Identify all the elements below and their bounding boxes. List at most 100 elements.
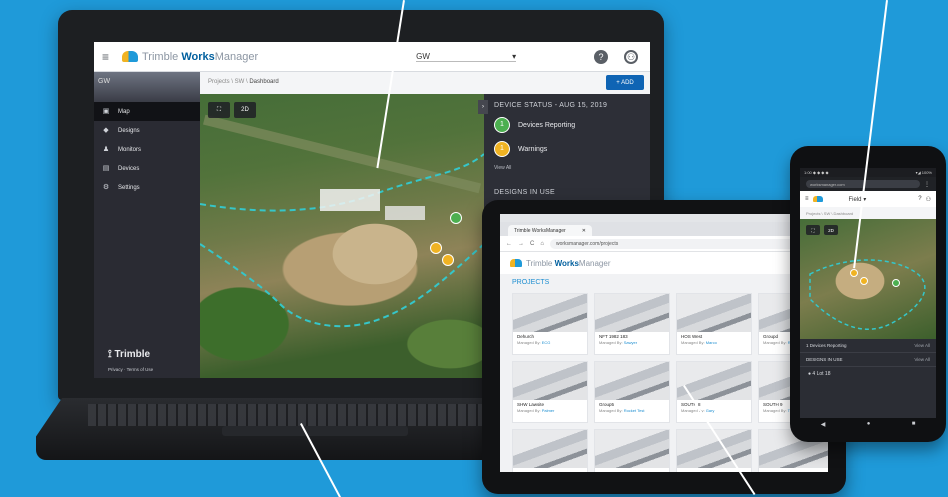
close-icon[interactable]: ✕ (582, 228, 586, 234)
mobile-browser-bar: worksmanager.com ⋮ (800, 177, 936, 191)
trimble-logo-icon (510, 259, 522, 267)
help-icon[interactable]: ? (918, 196, 921, 202)
manager-link[interactable]: Rocket Test (624, 408, 645, 413)
manager-link[interactable]: Marco (706, 340, 717, 345)
devices-reporting-stat[interactable]: 1 Devices Reporting (494, 117, 640, 133)
phone-screen: 1:00 ◆ ◆ ◆ ◆ ▾◢ 100% worksmanager.com ⋮ … (800, 168, 936, 418)
device-icon: ▤ (102, 164, 110, 172)
project-name: Group5 (599, 402, 615, 407)
2d-toggle-button[interactable]: 2D (824, 225, 838, 235)
fit-to-screen-icon[interactable]: ⛶ (208, 102, 230, 118)
sidebar-item-devices[interactable]: ▤ Devices (94, 159, 200, 178)
sidebar-item-label: Devices (118, 165, 140, 172)
project-name: Dehurch (517, 334, 535, 339)
chevron-down-icon: ▾ (512, 51, 517, 61)
sidebar-item-monitors[interactable]: ♟ Monitors (94, 140, 200, 159)
address-bar[interactable]: worksmanager.com/projects (549, 238, 822, 249)
overflow-menu-icon[interactable]: ⋮ (924, 181, 930, 188)
2d-toggle-button[interactable]: 2D (234, 102, 256, 118)
sidebar-item-label: Monitors (118, 146, 142, 153)
map-device-marker[interactable] (850, 269, 858, 277)
site-select[interactable]: GW ▾ (416, 51, 517, 62)
breadcrumb-path[interactable]: Projects \ SW \ (208, 79, 249, 85)
sidebar-item-settings[interactable]: ⚙ Settings (94, 178, 200, 197)
reload-icon[interactable]: C (530, 241, 534, 247)
project-name: SHW Lawsite (517, 402, 545, 407)
map-device-marker[interactable] (450, 212, 462, 224)
home-icon[interactable]: ● (867, 421, 871, 427)
add-button[interactable]: + ADD (606, 75, 644, 90)
project-thumbnail (677, 294, 751, 332)
sidebar-item-designs[interactable]: ◆ Designs (94, 121, 200, 140)
legal-links[interactable]: Privacy · Terms of Use (108, 367, 153, 372)
map-device-marker[interactable] (442, 254, 454, 266)
back-icon[interactable]: ◀ (821, 421, 826, 428)
manager-link[interactable]: ECG (542, 340, 551, 345)
project-card[interactable]: Group5 Managed By: Rocket Test (594, 361, 670, 423)
menu-icon[interactable]: ≡ (805, 196, 809, 202)
manager-link[interactable]: Gary (706, 408, 715, 413)
project-manager (759, 470, 828, 472)
home-icon[interactable]: ⌂ (540, 241, 544, 247)
menu-icon[interactable]: ≡ (102, 50, 114, 64)
project-card[interactable] (676, 429, 752, 472)
project-thumbnail (595, 362, 669, 400)
project-manager: Managed By: Palmer (517, 408, 555, 413)
project-thumbnail (513, 294, 587, 332)
devices-reporting-row[interactable]: 1 Devices Reporting View All (800, 339, 936, 353)
manager-link[interactable]: Palmer (542, 408, 555, 413)
fit-to-screen-icon[interactable]: ⛶ (806, 225, 820, 235)
sidebar-item-map[interactable]: ▣ Map (94, 102, 200, 121)
app-logo[interactable]: Trimble WorksManager (122, 51, 258, 63)
warnings-stat[interactable]: 1 Warnings (494, 141, 640, 157)
map-boundary-overlay (200, 153, 484, 328)
user-account-icon[interactable]: ⚇ (624, 50, 638, 64)
project-manager: Managed By: ECG (517, 340, 551, 345)
project-name: SOUTH 8 (681, 402, 701, 407)
status-indicators: ▾◢ 100% (915, 170, 932, 175)
designs-in-use-row[interactable]: DESIGNS IN USE View All (800, 353, 936, 367)
sidebar-item-label: Settings (118, 184, 140, 191)
projects-heading: PROJECTS (512, 279, 550, 286)
view-all-link[interactable]: View All (914, 357, 930, 362)
breadcrumb[interactable]: Projects \ SW \ Dashboard (800, 207, 936, 219)
browser-tab[interactable]: Trimble WorksManager ✕ (508, 225, 592, 236)
help-icon[interactable]: ? (594, 50, 608, 64)
site-map[interactable]: ⛶ 2D (800, 219, 936, 339)
project-card[interactable]: SHW Lawsite Managed By: Palmer (512, 361, 588, 423)
projects-header: PROJECTS ≡ (500, 274, 828, 291)
laptop-trackpad (222, 426, 408, 436)
map-device-marker[interactable] (892, 279, 900, 287)
browser-toolbar: ← → C ⌂ worksmanager.com/projects (500, 236, 828, 252)
project-name: HOS West (681, 334, 703, 339)
back-icon[interactable]: ← (506, 241, 512, 247)
row-label: 1 Devices Reporting (806, 343, 847, 348)
project-card[interactable] (512, 429, 588, 472)
gear-icon: ⚙ (102, 183, 110, 191)
device-status-heading: DEVICE STATUS - AUG 15, 2019 (494, 102, 608, 109)
map-device-marker[interactable] (430, 242, 442, 254)
project-manager: Managed By: Sawyer (599, 340, 638, 345)
project-card[interactable]: Dehurch Managed By: ECG (512, 293, 588, 355)
project-card[interactable]: HOS West Managed By: Marco (676, 293, 752, 355)
project-grid: Dehurch Managed By: ECG NFT 1982 183 Manage… (500, 291, 828, 472)
project-thumbnail (595, 430, 669, 468)
map-boundary-overlay (809, 259, 926, 330)
trimble-brand-logo: ⟟ Trimble (108, 349, 151, 360)
project-card[interactable]: NFT 1982 183 Managed By: Sawyer (594, 293, 670, 355)
forward-icon[interactable]: → (518, 241, 524, 247)
view-all-link[interactable]: View All (494, 165, 640, 171)
project-card[interactable] (594, 429, 670, 472)
site-map[interactable]: ⛶ 2D (200, 94, 484, 378)
view-all-link[interactable]: View All (914, 343, 930, 348)
recent-apps-icon[interactable]: ■ (912, 421, 916, 427)
sidebar-site-banner: GW (94, 72, 200, 102)
design-list-item[interactable]: ● 4 Lot 18 (800, 367, 936, 381)
trimble-logo-icon (122, 51, 138, 62)
collapse-panel-icon[interactable]: › (478, 100, 488, 114)
app-logo[interactable]: Trimble WorksManager (526, 259, 610, 268)
user-account-icon[interactable]: ⚇ (926, 196, 931, 203)
manager-link[interactable]: Sawyer (624, 340, 637, 345)
map-device-marker[interactable] (860, 277, 868, 285)
sidebar-item-label: Map (118, 108, 130, 115)
